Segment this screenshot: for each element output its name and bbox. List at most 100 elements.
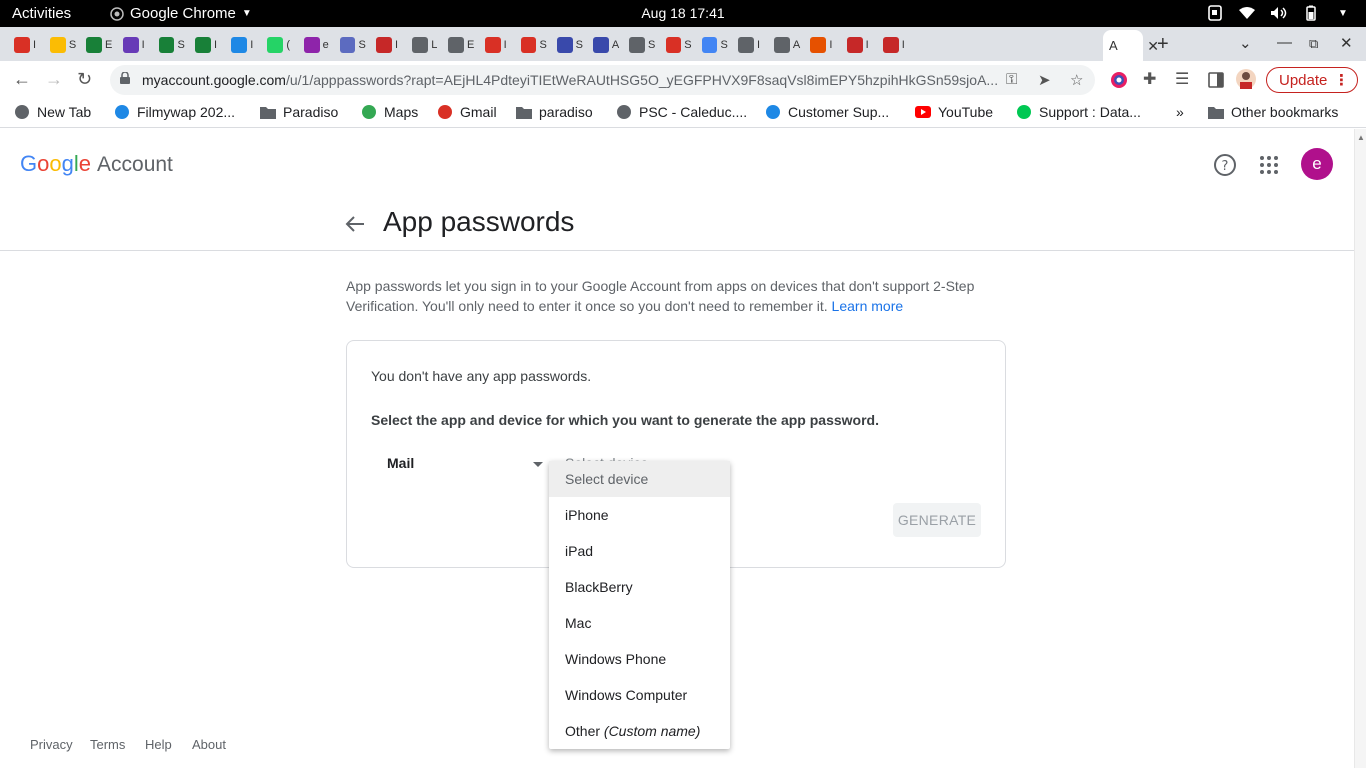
- reload-icon[interactable]: ↻: [77, 69, 92, 90]
- tab[interactable]: S: [50, 33, 76, 57]
- footer-privacy-link[interactable]: Privacy: [30, 737, 73, 752]
- wifi-icon[interactable]: [1238, 4, 1256, 22]
- tab[interactable]: I: [882, 33, 909, 57]
- google-wordmark: Google: [20, 151, 92, 176]
- learn-more-link[interactable]: Learn more: [832, 298, 904, 314]
- activities-button[interactable]: Activities: [12, 5, 71, 22]
- tab[interactable]: e: [303, 33, 330, 57]
- apps-grid-icon[interactable]: [1257, 153, 1281, 177]
- page-scrollbar[interactable]: ▲: [1354, 129, 1366, 768]
- footer-help-link[interactable]: Help: [145, 737, 172, 752]
- dropdown-option[interactable]: iPad: [549, 533, 730, 569]
- update-button[interactable]: Update ⋮: [1266, 67, 1358, 93]
- tab[interactable]: S: [665, 33, 692, 57]
- bookmark-label: Gmail: [460, 104, 497, 120]
- minimize-icon[interactable]: —: [1277, 34, 1292, 51]
- url-text[interactable]: myaccount.google.com/u/1/apppasswords?ra…: [142, 72, 1012, 88]
- tab[interactable]: E: [448, 33, 474, 57]
- reading-list-icon[interactable]: ☰: [1175, 69, 1193, 88]
- tab[interactable]: (: [267, 33, 293, 57]
- help-icon[interactable]: ?: [1213, 153, 1237, 177]
- tab[interactable]: I: [122, 33, 149, 57]
- tab[interactable]: E: [86, 33, 112, 57]
- lock-icon[interactable]: [120, 72, 130, 84]
- tab-title: I: [503, 39, 507, 51]
- bookmark-item[interactable]: New Tab: [14, 104, 91, 120]
- dropdown-option[interactable]: iPhone: [549, 497, 730, 533]
- system-menu-caret-icon[interactable]: ▼: [1334, 4, 1352, 22]
- tab[interactable]: S: [520, 33, 547, 57]
- back-icon[interactable]: ←: [13, 69, 31, 90]
- support-icon: [1016, 104, 1032, 120]
- tab[interactable]: I: [195, 33, 221, 57]
- tab-active[interactable]: A ✕: [1103, 30, 1159, 61]
- tab[interactable]: S: [158, 33, 185, 57]
- tab[interactable]: I: [484, 33, 511, 57]
- volume-icon[interactable]: [1270, 4, 1288, 22]
- dropdown-option-other[interactable]: Other (Custom name): [549, 713, 730, 749]
- key-icon[interactable]: ⚿: [1006, 71, 1017, 88]
- footer-terms-link[interactable]: Terms: [90, 737, 125, 752]
- tab[interactable]: S: [629, 33, 655, 57]
- bookmark-label: Maps: [384, 104, 419, 120]
- share-icon[interactable]: ➤: [1038, 71, 1051, 89]
- browser-toolbar: ← → ↻ myaccount.google.com/u/1/apppasswo…: [0, 61, 1366, 99]
- bookmark-item[interactable]: Support : Data...: [1016, 104, 1141, 120]
- bookmark-item[interactable]: Gmail: [437, 104, 497, 120]
- dropdown-option[interactable]: Windows Computer: [549, 677, 730, 713]
- bookmark-label: YouTube: [938, 104, 994, 120]
- dropdown-option[interactable]: Mac: [549, 605, 730, 641]
- tab[interactable]: I: [738, 33, 764, 57]
- extensions-puzzle-icon[interactable]: ✚: [1143, 69, 1161, 88]
- gmail-icon: [14, 37, 30, 53]
- account-avatar[interactable]: e: [1301, 148, 1333, 180]
- new-tab-button[interactable]: +: [1157, 33, 1169, 56]
- back-arrow-icon[interactable]: [344, 213, 366, 235]
- google-account-logo[interactable]: Google Account: [20, 151, 173, 177]
- app-menu[interactable]: Google Chrome ▼: [110, 5, 252, 22]
- side-panel-icon[interactable]: [1207, 71, 1225, 89]
- tab[interactable]: I: [376, 33, 402, 57]
- bookmark-item[interactable]: Paradiso: [260, 104, 338, 120]
- app-icon: [339, 37, 356, 53]
- battery-icon[interactable]: [1302, 4, 1320, 22]
- description: App passwords let you sign in to your Go…: [346, 276, 1006, 316]
- other-bookmarks-folder[interactable]: Other bookmarks: [1208, 104, 1338, 120]
- dropdown-option[interactable]: Windows Phone: [549, 641, 730, 677]
- profile-avatar-icon[interactable]: [1236, 69, 1256, 89]
- tab[interactable]: S: [701, 33, 728, 57]
- bookmark-star-icon[interactable]: ☆: [1070, 71, 1083, 89]
- tab[interactable]: I: [846, 33, 873, 57]
- address-bar[interactable]: myaccount.google.com/u/1/apppasswords?ra…: [110, 65, 1095, 95]
- tab[interactable]: L: [412, 33, 438, 57]
- bookmark-item[interactable]: Maps: [361, 104, 418, 120]
- forward-icon[interactable]: →: [45, 69, 63, 90]
- tab[interactable]: S: [557, 33, 583, 57]
- bookmark-item[interactable]: YouTube: [915, 104, 993, 120]
- bookmarks-overflow-button[interactable]: »: [1176, 104, 1184, 120]
- system-tray[interactable]: ▼: [1206, 4, 1352, 22]
- app-select[interactable]: Mail: [371, 443, 547, 483]
- dropdown-option[interactable]: BlackBerry: [549, 569, 730, 605]
- tab[interactable]: S: [339, 33, 366, 57]
- clipboard-icon[interactable]: [1206, 4, 1224, 22]
- color-extension-icon[interactable]: [1110, 71, 1128, 89]
- bookmark-item[interactable]: paradiso: [516, 104, 593, 120]
- bookmark-label: paradiso: [539, 104, 593, 120]
- tab[interactable]: A: [774, 33, 800, 57]
- restore-icon[interactable]: ⧉: [1309, 36, 1318, 52]
- scroll-up-icon[interactable]: ▲: [1357, 133, 1365, 142]
- close-window-icon[interactable]: ✕: [1340, 34, 1353, 52]
- tab[interactable]: I: [810, 33, 836, 57]
- tab[interactable]: I: [14, 33, 40, 57]
- bookmark-item[interactable]: Filmywap 202...: [114, 104, 235, 120]
- tab[interactable]: A: [593, 33, 619, 57]
- footer-about-link[interactable]: About: [192, 737, 226, 752]
- dropdown-option[interactable]: Select device: [549, 461, 730, 497]
- generate-button[interactable]: GENERATE: [893, 503, 981, 537]
- tab[interactable]: I: [231, 33, 257, 57]
- tab-search-icon[interactable]: ⌄: [1239, 34, 1252, 52]
- system-top-bar: Activities Google Chrome ▼ Aug 18 17:41 …: [0, 0, 1366, 27]
- bookmark-item[interactable]: Customer Sup...: [765, 104, 889, 120]
- bookmark-item[interactable]: PSC - Caleduc....: [616, 104, 747, 120]
